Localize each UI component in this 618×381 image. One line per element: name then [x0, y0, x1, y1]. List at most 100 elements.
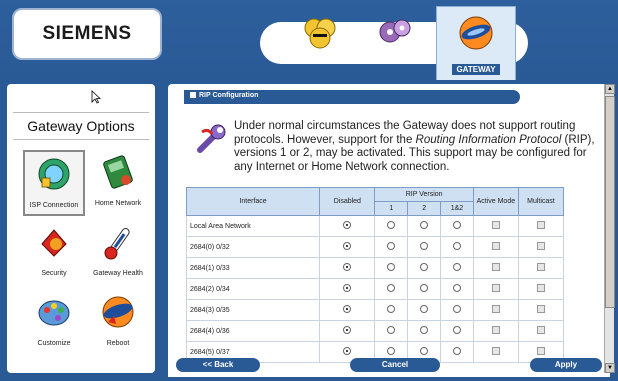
active-mode-checkbox-cell — [472, 236, 519, 258]
nav-devices[interactable]: DEVICES — [361, 12, 429, 74]
rip-v1-radio[interactable] — [387, 263, 396, 271]
multicast-checkbox[interactable] — [536, 347, 545, 355]
nav-devices-label: DEVICES — [379, 54, 411, 61]
disabled-radio[interactable] — [343, 305, 352, 313]
rip-v2-radio-cell — [407, 236, 442, 258]
vertical-scrollbar[interactable]: ▲ ▼ — [604, 84, 615, 373]
multicast-checkbox[interactable] — [536, 284, 545, 292]
rip-v2-radio-cell — [407, 278, 442, 300]
multicast-checkbox[interactable] — [536, 242, 545, 250]
active-mode-checkbox-cell — [472, 278, 519, 300]
active-mode-checkbox[interactable] — [491, 284, 500, 292]
table-row: 2684(2) 0/34 — [185, 278, 565, 300]
sidebar: Gateway Options ISP Connection Home Netw… — [0, 80, 162, 381]
multicast-checkbox[interactable] — [536, 305, 545, 313]
rip-v2-radio-cell — [407, 215, 442, 237]
rip-v12-radio-cell — [440, 236, 474, 258]
security-icon — [41, 229, 67, 257]
rip-v1-radio[interactable] — [387, 221, 396, 229]
disabled-radio[interactable] — [343, 326, 352, 334]
sidebar-item-home-network[interactable]: Home Network — [87, 150, 149, 216]
nav-users-label: USERS — [307, 54, 333, 61]
rip-v2-radio[interactable] — [420, 305, 429, 313]
rip-v12-radio[interactable] — [452, 305, 461, 313]
multicast-checkbox[interactable] — [536, 263, 545, 271]
cancel-button[interactable]: Cancel — [350, 358, 440, 372]
table-row: 2684(3) 0/35 — [185, 299, 565, 321]
sidebar-item-label: Gateway Health — [93, 270, 143, 277]
rip-v2-radio[interactable] — [420, 242, 429, 250]
rip-v1-radio[interactable] — [387, 284, 396, 292]
rip-v12-radio[interactable] — [452, 347, 461, 355]
scroll-thumb[interactable] — [605, 96, 615, 308]
active-mode-checkbox[interactable] — [491, 263, 500, 271]
active-mode-checkbox[interactable] — [491, 221, 500, 229]
rip-v2-radio[interactable] — [420, 284, 429, 292]
scroll-down-arrow-icon[interactable]: ▼ — [605, 363, 615, 373]
content-area: RIP Configuration Under normal circumsta… — [162, 80, 618, 381]
table-row: Local Area Network — [185, 215, 565, 237]
rip-v12-radio-cell — [440, 215, 474, 237]
rip-v12-radio[interactable] — [452, 326, 461, 334]
rip-v1-radio[interactable] — [387, 326, 396, 334]
disabled-radio[interactable] — [343, 221, 352, 229]
active-mode-checkbox[interactable] — [491, 326, 500, 334]
sidebar-item-isp-connection[interactable]: ISP Connection — [23, 150, 85, 216]
rip-v12-radio-cell — [440, 320, 474, 342]
interface-name: 2684(3) 0/35 — [185, 299, 321, 321]
col-header-v2: 2 — [407, 201, 442, 216]
rip-v1-radio-cell — [374, 278, 409, 300]
back-button[interactable]: << Back — [176, 358, 260, 372]
nav-users[interactable]: USERS — [286, 12, 354, 74]
rip-v12-radio[interactable] — [452, 242, 461, 250]
sidebar-item-security[interactable]: Security — [23, 220, 85, 286]
rip-v2-radio[interactable] — [420, 347, 429, 355]
sidebar-item-label: Security — [41, 270, 67, 277]
rip-v12-radio-cell — [440, 341, 474, 363]
sidebar-item-gateway-health[interactable]: Gateway Health — [87, 220, 149, 286]
interface-name: Local Area Network — [185, 215, 321, 237]
wrench-icon — [197, 124, 226, 153]
sidebar-item-reboot[interactable]: Reboot — [87, 290, 149, 356]
disabled-radio[interactable] — [343, 347, 352, 355]
active-mode-checkbox[interactable] — [491, 347, 500, 355]
table-row: 2684(1) 0/33 — [185, 257, 565, 279]
col-header-rip-version: RIP Version — [374, 187, 474, 202]
rip-table-body: Local Area Network 2684(0) 0/32 2684(1) 0/… — [185, 215, 565, 363]
disabled-radio[interactable] — [343, 242, 352, 250]
multicast-checkbox[interactable] — [536, 221, 545, 229]
nav-gateway[interactable]: GATEWAY — [436, 6, 516, 80]
rip-v12-radio[interactable] — [452, 263, 461, 271]
gateway-config-window: SIEMENS USERS DEVICES GATEWAY Gateway Op… — [0, 0, 618, 381]
customize-icon — [38, 300, 70, 326]
intro-text-emphasis: Routing Information Protocol — [415, 133, 562, 146]
content-panel: RIP Configuration Under normal circumsta… — [168, 84, 610, 377]
rip-v2-radio[interactable] — [420, 326, 429, 334]
rip-v1-radio[interactable] — [387, 242, 396, 250]
disabled-radio-cell — [319, 299, 376, 321]
rip-v12-radio[interactable] — [452, 284, 461, 292]
rip-v12-radio-cell — [440, 257, 474, 279]
rip-v1-radio[interactable] — [387, 347, 396, 355]
disabled-radio-cell — [319, 320, 376, 342]
section-marker-icon — [190, 92, 196, 99]
apply-button[interactable]: Apply — [530, 358, 602, 372]
rip-v12-radio[interactable] — [452, 221, 461, 229]
sidebar-item-customize[interactable]: Customize — [23, 290, 85, 356]
intro-text: Under normal circumstances the Gateway d… — [234, 120, 596, 174]
sidebar-title: Gateway Options — [13, 112, 149, 140]
rip-v1-radio[interactable] — [387, 305, 396, 313]
disabled-radio[interactable] — [343, 263, 352, 271]
col-header-active-mode: Active Mode — [472, 187, 519, 216]
disabled-radio[interactable] — [343, 284, 352, 292]
active-mode-checkbox[interactable] — [491, 305, 500, 313]
multicast-checkbox[interactable] — [536, 326, 545, 334]
rip-v2-radio[interactable] — [420, 221, 429, 229]
scroll-up-arrow-icon[interactable]: ▲ — [605, 84, 615, 94]
col-header-disabled: Disabled — [319, 187, 376, 216]
reboot-icon — [102, 296, 134, 328]
active-mode-checkbox[interactable] — [491, 242, 500, 250]
multicast-checkbox-cell — [517, 299, 565, 321]
multicast-checkbox-cell — [517, 278, 565, 300]
rip-v2-radio[interactable] — [420, 263, 429, 271]
